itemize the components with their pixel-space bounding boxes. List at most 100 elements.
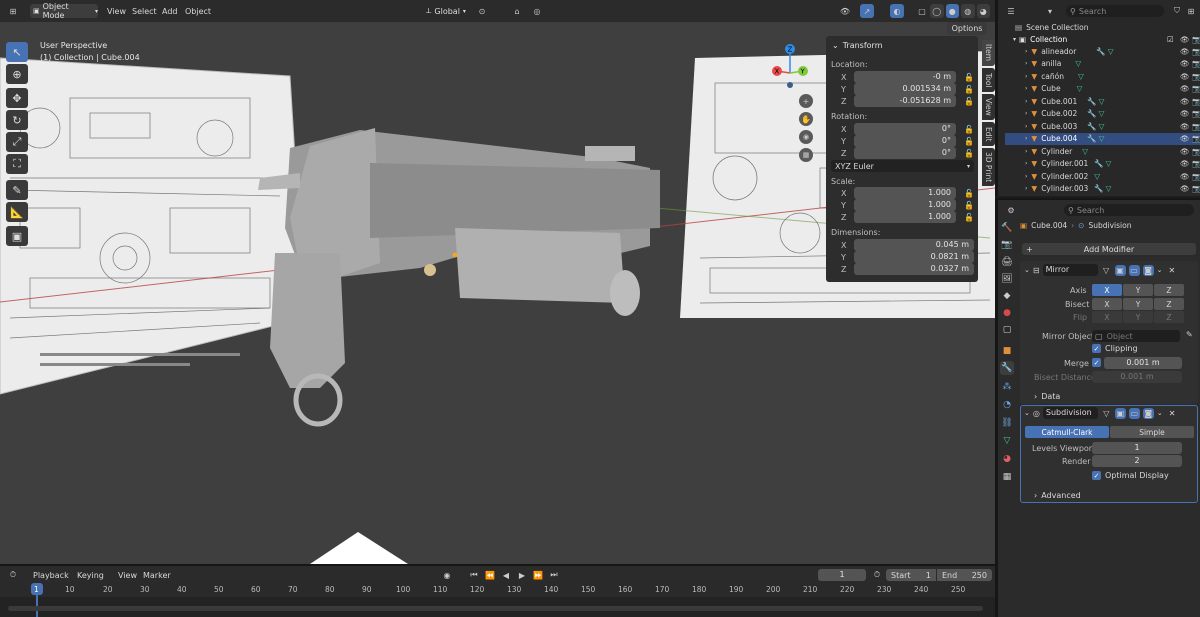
location-y-field[interactable]: 0.001534 m: [854, 83, 956, 95]
outliner-editor-icon[interactable]: ☰: [1004, 4, 1018, 18]
collection-properties-tab[interactable]: ▢: [1000, 323, 1014, 337]
eye-icon[interactable]: 👁: [1180, 97, 1190, 106]
eye-icon[interactable]: 👁: [1180, 172, 1190, 181]
outliner-item-cylinder-001[interactable]: › ▼ Cylinder.001 🔧 ▽ 👁 📷: [1005, 158, 1200, 171]
camera-icon[interactable]: 📷: [1192, 109, 1200, 118]
data-properties-tab[interactable]: ▽: [1000, 434, 1014, 448]
add-cube-tool[interactable]: ▣: [6, 226, 28, 246]
gizmo-toggle-icon[interactable]: ↗: [860, 4, 874, 18]
tab-3d-print[interactable]: 3D Print: [982, 148, 995, 186]
rotation-mode-dropdown[interactable]: XYZ Euler ▾: [831, 160, 974, 172]
bisect-y-toggle[interactable]: Y: [1123, 298, 1153, 310]
dimensions-z-field[interactable]: 0.0327 m: [854, 263, 974, 275]
end-frame-field[interactable]: End 250: [937, 569, 992, 581]
camera-icon[interactable]: 📷: [1192, 84, 1200, 93]
mode-dropdown[interactable]: ▣ Object Mode ▾: [30, 2, 98, 20]
properties-search-input[interactable]: ⚲ Search: [1064, 204, 1194, 216]
pivot-icon[interactable]: ⊙: [475, 4, 489, 18]
output-properties-tab[interactable]: 🖨: [1000, 255, 1014, 269]
lock-icon[interactable]: 🔓: [964, 149, 974, 158]
particles-properties-tab[interactable]: ⁂: [1000, 380, 1014, 394]
catmull-clark-option[interactable]: Catmull-Clark: [1025, 426, 1109, 438]
record-icon[interactable]: ◉: [440, 568, 454, 582]
eye-icon[interactable]: 👁: [1180, 35, 1190, 44]
flip-z-toggle[interactable]: Z: [1154, 311, 1184, 323]
eye-icon[interactable]: 👁: [1180, 84, 1190, 93]
checkbox-icon[interactable]: ☑: [1167, 35, 1174, 44]
annotate-tool[interactable]: ✎: [6, 180, 28, 200]
constraints-properties-tab[interactable]: ⛓: [1000, 416, 1014, 430]
current-frame-field[interactable]: 1: [818, 569, 866, 581]
lock-icon[interactable]: 🔓: [964, 73, 974, 82]
clipping-checkbox[interactable]: ✓ Clipping: [1092, 344, 1138, 353]
bisect-x-toggle[interactable]: X: [1092, 298, 1122, 310]
navigation-gizmo[interactable]: Z X Y: [768, 43, 813, 88]
lock-icon[interactable]: 🔓: [964, 85, 974, 94]
camera-icon[interactable]: 📷: [1192, 72, 1200, 81]
pan-nav-button[interactable]: ✋: [799, 112, 813, 126]
edit-mode-toggle-icon[interactable]: ▽: [1101, 265, 1112, 276]
xray-icon[interactable]: ▢: [915, 4, 929, 18]
levels-viewport-field[interactable]: 1: [1092, 442, 1182, 454]
camera-icon[interactable]: 📷: [1192, 184, 1200, 193]
jump-start-icon[interactable]: ⏮: [467, 568, 481, 582]
editor-type-icon[interactable]: ⊞: [6, 4, 20, 18]
select-box-tool[interactable]: ↖: [6, 42, 28, 62]
outliner-item-cube[interactable]: › ▼ Cube ▽ 👁 📷: [1005, 83, 1200, 96]
visibility-icon[interactable]: 👁: [838, 4, 852, 18]
mirror-header[interactable]: ⌄ ⊟ Mirror ▽ ▣ ▭ ◙ ⌄ ✕: [1024, 264, 1175, 276]
cage-toggle-icon[interactable]: ▣: [1114, 264, 1126, 276]
merge-field[interactable]: 0.001 m: [1104, 357, 1182, 369]
outliner-item-cube-001[interactable]: › ▼ Cube.001 🔧 ▽ 👁 📷: [1005, 95, 1200, 108]
camera-icon[interactable]: 📷: [1192, 97, 1200, 106]
subdivision-header[interactable]: ⌄ ◎ Subdivision ▽ ▣ ▭ ◙ ⌄ ✕: [1024, 407, 1175, 419]
rotation-z-field[interactable]: 0°: [854, 147, 956, 159]
eye-icon[interactable]: 👁: [1180, 147, 1190, 156]
view-layer-properties-tab[interactable]: 🖼: [1000, 272, 1014, 286]
camera-icon[interactable]: 📷: [1192, 147, 1200, 156]
timeline-scrollbar[interactable]: [8, 606, 983, 611]
outliner-item-cylinder-003[interactable]: › ▼ Cylinder.003 🔧 ▽ 👁 📷: [1005, 183, 1200, 196]
wireframe-shading-icon[interactable]: ◯: [930, 4, 944, 18]
eyedropper-icon[interactable]: ✎: [1186, 330, 1193, 339]
tab-edit[interactable]: Edit: [982, 122, 995, 146]
eye-icon[interactable]: 👁: [1180, 122, 1190, 131]
bisect-distance-field[interactable]: 0.001 m: [1092, 371, 1182, 383]
camera-icon[interactable]: 📷: [1192, 172, 1200, 181]
tab-view[interactable]: View: [982, 94, 995, 120]
add-modifier-button[interactable]: + Add Modifier: [1022, 243, 1196, 255]
menu-playback[interactable]: Playback: [33, 571, 69, 580]
merge-checkbox[interactable]: ✓: [1092, 358, 1101, 367]
render-properties-tab[interactable]: 📷: [1000, 238, 1014, 252]
outliner-search-input[interactable]: ⚲ Search: [1066, 5, 1164, 17]
properties-editor-icon[interactable]: ⚙: [1004, 203, 1018, 217]
axis-z-toggle[interactable]: Z: [1154, 284, 1184, 296]
axis-y-toggle[interactable]: Y: [1123, 284, 1153, 296]
close-icon[interactable]: ✕: [1169, 409, 1176, 418]
menu-marker[interactable]: Marker: [143, 571, 171, 580]
lock-icon[interactable]: 🔓: [964, 125, 974, 134]
collection-row[interactable]: ▾ ▣ Collection ☑ 👁 📷: [1005, 33, 1200, 46]
menu-timeline-view[interactable]: View: [118, 571, 137, 580]
lock-icon[interactable]: 🔓: [964, 137, 974, 146]
overlay-toggle-icon[interactable]: ◐: [890, 4, 904, 18]
outliner-item-cylinder[interactable]: › ▼ Cylinder ▽ 👁 📷: [1005, 145, 1200, 158]
outliner-item-alineador[interactable]: › ▼ alineador 🔧 ▽ 👁 📷: [1005, 45, 1200, 58]
optimal-display-checkbox[interactable]: ✓ Optimal Display: [1092, 471, 1169, 480]
texture-properties-tab[interactable]: ▦: [1000, 470, 1014, 484]
move-tool[interactable]: ✥: [6, 88, 28, 108]
shading-modes[interactable]: ◯ ● ◍ ◕: [930, 4, 990, 18]
outliner-item-anilla[interactable]: › ▼ anilla ▽ 👁 📷: [1005, 58, 1200, 71]
rendered-shading-icon[interactable]: ◕: [976, 4, 990, 18]
filter-icon[interactable]: ▾: [1043, 4, 1057, 18]
scene-collection-row[interactable]: ▤ Scene Collection: [1005, 21, 1200, 34]
scene-properties-tab[interactable]: ◆: [1000, 289, 1014, 303]
rotation-y-field[interactable]: 0°: [854, 135, 956, 147]
proportional-edit-icon[interactable]: ◎: [530, 4, 544, 18]
zoom-nav-button[interactable]: +: [799, 94, 813, 108]
edit-mode-toggle-icon[interactable]: ▽: [1101, 408, 1112, 419]
play-reverse-icon[interactable]: ◀: [499, 568, 513, 582]
simple-option[interactable]: Simple: [1110, 426, 1194, 438]
outliner-item-cube-002[interactable]: › ▼ Cube.002 🔧 ▽ 👁 📷: [1005, 108, 1200, 121]
jump-end-icon[interactable]: ⏭: [547, 568, 561, 582]
